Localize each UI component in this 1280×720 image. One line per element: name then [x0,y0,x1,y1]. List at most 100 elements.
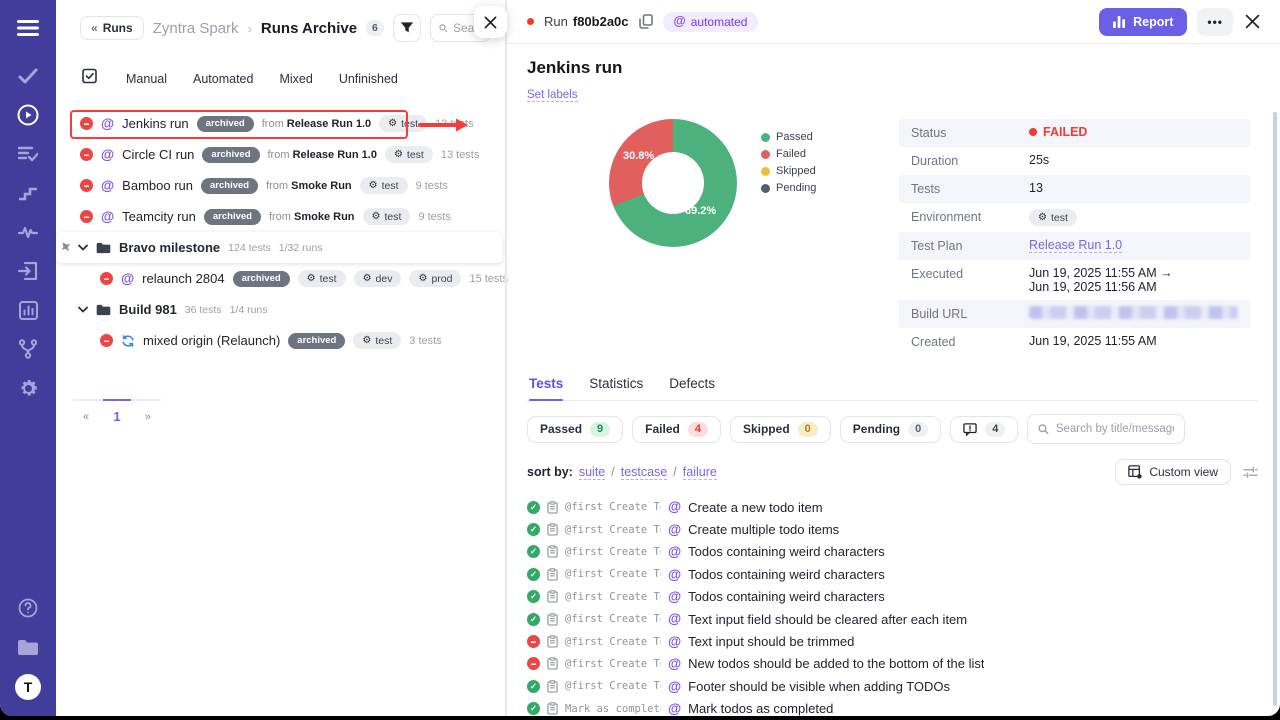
env-tag[interactable]: ⚙test [353,332,401,349]
run-row-bamboo[interactable]: @ Bamboo run archived from Smoke Run ⚙te… [56,170,505,201]
menu-icon[interactable] [16,16,40,40]
env-tag[interactable]: ⚙test [379,115,427,132]
sort-by-failure[interactable]: failure [683,465,717,480]
folder-row-bravo-milestone[interactable]: Bravo milestone 124 tests 1/32 runs [56,232,503,263]
test-title[interactable]: Create multiple todo items [688,522,839,537]
test-title[interactable]: New todos should be added to the bottom … [688,656,984,671]
test-suite[interactable]: @first Create To… [565,568,661,580]
test-suite[interactable]: @first Create To… [565,658,661,670]
run-name[interactable]: Bamboo run [122,178,193,193]
import-icon[interactable] [16,259,40,283]
tests-check-icon[interactable] [16,64,40,88]
test-plans-icon[interactable] [16,142,40,166]
run-name[interactable]: relaunch 2804 [142,271,224,286]
filter-pending[interactable]: Pending0 [840,416,941,443]
set-labels-link[interactable]: Set labels [527,89,578,102]
custom-view-button[interactable]: Custom view [1115,459,1231,485]
run-from-plan[interactable]: Smoke Run [294,211,355,223]
test-title[interactable]: Todos containing weird characters [688,567,885,582]
back-to-runs-button[interactable]: « Runs [80,16,144,40]
tests-search-input[interactable] [1056,423,1175,435]
test-plan-link[interactable]: Release Run 1.0 [1029,238,1122,253]
env-tag[interactable]: ⚙test [1029,209,1077,226]
tab-manual[interactable]: Manual [126,72,167,86]
test-title[interactable]: Mark todos as completed [688,701,833,716]
test-title[interactable]: Footer should be visible when adding TOD… [688,679,950,694]
chevron-down-icon[interactable] [78,306,88,313]
test-row[interactable]: @first Create To… @ Create a new todo it… [527,496,1258,518]
test-suite[interactable]: @first Create To… [565,680,661,692]
env-tag[interactable]: ⚙test [298,270,346,287]
run-name[interactable]: Teamcity run [122,209,196,224]
pagination-prev[interactable]: « [83,411,89,423]
env-tag[interactable]: ⚙test [385,146,433,163]
env-tag[interactable]: ⚙test [363,208,411,225]
test-suite[interactable]: @first Create To… [565,501,661,513]
test-suite[interactable]: @first Create To… [565,524,661,536]
test-row[interactable]: @first Create To… @ Todos containing wei… [527,563,1258,585]
test-suite[interactable]: @first Create To… [565,591,661,603]
tab-statistics[interactable]: Statistics [589,376,643,400]
sort-by-testcase[interactable]: testcase [621,465,668,480]
test-title[interactable]: Todos containing weird characters [688,544,885,559]
test-row[interactable]: Mark as complete… @ Mark todos as comple… [527,698,1258,716]
pagination-page-1[interactable]: 1 [113,409,120,424]
run-name[interactable]: mixed origin (Relaunch) [143,333,280,348]
test-suite[interactable]: Mark as complete… [565,703,661,715]
folder-row-build-981[interactable]: Build 981 36 tests 1/4 runs [56,294,505,325]
bulk-select-icon[interactable] [82,68,98,89]
report-button[interactable]: Report [1099,8,1187,36]
run-row-relaunch-2804[interactable]: @ relaunch 2804 archived ⚙test ⚙dev ⚙pro… [56,263,505,294]
run-name[interactable]: Jenkins run [122,116,188,131]
test-row[interactable]: @first Create To… @ Text input should be… [527,630,1258,652]
test-suite[interactable]: @first Create To… [565,636,661,648]
sliders-icon[interactable] [1243,466,1258,479]
pulse-analytics-icon[interactable] [16,220,40,244]
settings-gear-icon[interactable] [16,376,40,400]
scrollbar[interactable] [1273,112,1277,706]
filter-skipped[interactable]: Skipped0 [730,416,831,443]
breadcrumb-project[interactable]: Zyntra Spark [153,20,239,37]
filter-comments[interactable]: 4 [950,416,1018,443]
automated-type-badge[interactable]: @ automated [663,12,759,32]
filter-passed[interactable]: Passed9 [527,416,623,443]
more-options-button[interactable]: ••• [1197,8,1233,36]
folder-name[interactable]: Bravo milestone [119,240,220,255]
test-title[interactable]: Text input field should be cleared after… [688,612,967,627]
filter-button[interactable] [393,14,421,42]
tab-automated[interactable]: Automated [193,72,253,86]
avatar[interactable]: T [15,674,41,700]
runs-play-icon[interactable] [16,103,40,127]
test-row[interactable]: @first Create To… @ Create multiple todo… [527,518,1258,540]
test-suite[interactable]: @first Create To… [565,546,661,558]
copy-icon[interactable] [639,14,653,29]
panel-close-button[interactable] [474,6,507,38]
test-title[interactable]: Todos containing weird characters [688,589,885,604]
test-row[interactable]: @first Create To… @ Todos containing wei… [527,541,1258,563]
run-from-plan[interactable]: Release Run 1.0 [287,118,371,130]
branches-icon[interactable] [16,337,40,361]
test-row[interactable]: @first Create To… @ Text input field sho… [527,608,1258,630]
detail-close-button[interactable] [1243,12,1262,31]
help-icon[interactable] [16,596,40,620]
test-suite[interactable]: @first Create To… [565,613,661,625]
tab-unfinished[interactable]: Unfinished [339,72,398,86]
tab-defects[interactable]: Defects [669,376,715,400]
chevron-down-icon[interactable] [78,244,88,251]
run-from-plan[interactable]: Release Run 1.0 [293,149,377,161]
run-row-mixed-origin[interactable]: mixed origin (Relaunch) archived ⚙test 3… [56,325,505,356]
tab-mixed[interactable]: Mixed [279,72,312,86]
pagination-next[interactable]: » [145,411,151,423]
test-row[interactable]: @first Create To… @ Todos containing wei… [527,586,1258,608]
tests-search[interactable] [1027,414,1185,444]
env-tag[interactable]: ⚙dev [354,270,402,287]
sort-by-suite[interactable]: suite [579,465,605,480]
projects-folder-icon[interactable] [16,635,40,659]
test-row[interactable]: @first Create To… @ Footer should be vis… [527,675,1258,697]
run-row-jenkins[interactable]: @ Jenkins run archived from Release Run … [56,108,505,139]
milestones-steps-icon[interactable] [16,181,40,205]
run-row-teamcity[interactable]: @ Teamcity run archived from Smoke Run ⚙… [56,201,505,232]
filter-failed[interactable]: Failed4 [632,416,721,443]
test-title[interactable]: Text input should be trimmed [688,634,854,649]
run-from-plan[interactable]: Smoke Run [291,180,352,192]
